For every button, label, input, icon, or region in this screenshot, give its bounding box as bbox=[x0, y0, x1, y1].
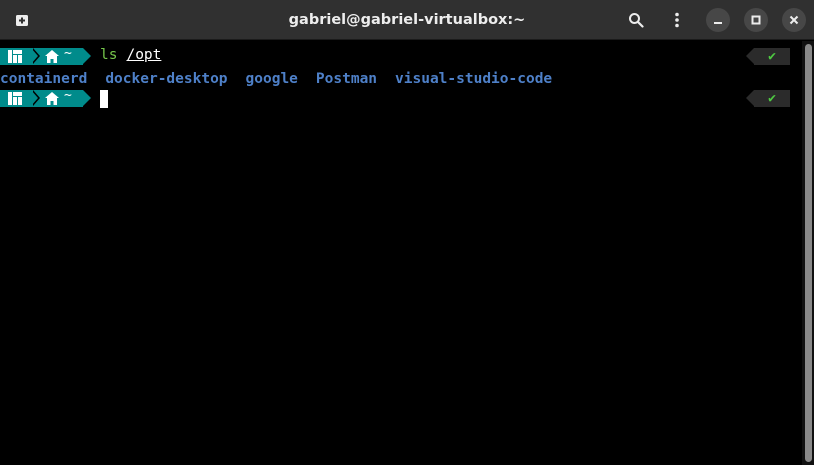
prompt-line-active: ~ ✔ bbox=[0, 87, 800, 108]
manjaro-logo-icon bbox=[8, 50, 22, 63]
close-button[interactable] bbox=[782, 8, 806, 32]
dir-entry: Postman bbox=[315, 71, 378, 87]
command-argument: /opt bbox=[126, 47, 162, 63]
new-tab-button[interactable] bbox=[10, 8, 34, 32]
text-cursor[interactable] bbox=[100, 90, 108, 108]
maximize-button[interactable] bbox=[744, 8, 768, 32]
home-icon bbox=[45, 50, 59, 63]
new-tab-icon bbox=[16, 15, 28, 26]
command-name: ls bbox=[100, 47, 118, 63]
command-text: ls/opt bbox=[100, 47, 161, 63]
search-button[interactable] bbox=[624, 8, 648, 32]
search-icon bbox=[629, 13, 644, 28]
minimize-icon bbox=[714, 22, 722, 24]
check-icon: ✔ bbox=[768, 91, 776, 106]
window-title: gabriel@gabriel-virtualbox:~ bbox=[288, 12, 526, 28]
scrollbar-thumb[interactable] bbox=[805, 44, 812, 462]
segment-divider-inner bbox=[31, 90, 38, 106]
status-segment: ✔ bbox=[754, 90, 790, 107]
minimize-button[interactable] bbox=[706, 8, 730, 32]
maximize-icon bbox=[751, 15, 761, 25]
status-segment: ✔ bbox=[754, 48, 790, 65]
dir-entry: containerd bbox=[0, 71, 88, 87]
dir-entry: google bbox=[245, 71, 298, 87]
title-bar: gabriel@gabriel-virtualbox:~ bbox=[0, 0, 814, 40]
home-icon bbox=[45, 92, 59, 105]
command-output: containerd docker-desktop google Postman… bbox=[0, 71, 570, 87]
prompt-segment-arrow bbox=[83, 48, 91, 64]
manjaro-logo-icon bbox=[8, 92, 22, 105]
status-segment-arrow bbox=[746, 90, 754, 106]
prompt-path: ~ bbox=[64, 88, 72, 103]
dir-entry: docker-desktop bbox=[105, 71, 228, 87]
prompt-segment-arrow bbox=[83, 90, 91, 106]
prompt-path: ~ bbox=[64, 46, 72, 61]
close-icon bbox=[789, 15, 799, 25]
dir-entry: visual-studio-code bbox=[395, 71, 553, 87]
prompt-line: ~ ls/opt ✔ containerd docker-desktop goo… bbox=[0, 45, 800, 87]
segment-divider-inner bbox=[31, 48, 38, 64]
status-segment-arrow bbox=[746, 48, 754, 64]
kebab-menu-icon bbox=[675, 12, 679, 28]
menu-button[interactable] bbox=[665, 8, 689, 32]
check-icon: ✔ bbox=[768, 49, 776, 64]
terminal-view[interactable]: ~ ls/opt ✔ containerd docker-desktop goo… bbox=[0, 41, 802, 465]
